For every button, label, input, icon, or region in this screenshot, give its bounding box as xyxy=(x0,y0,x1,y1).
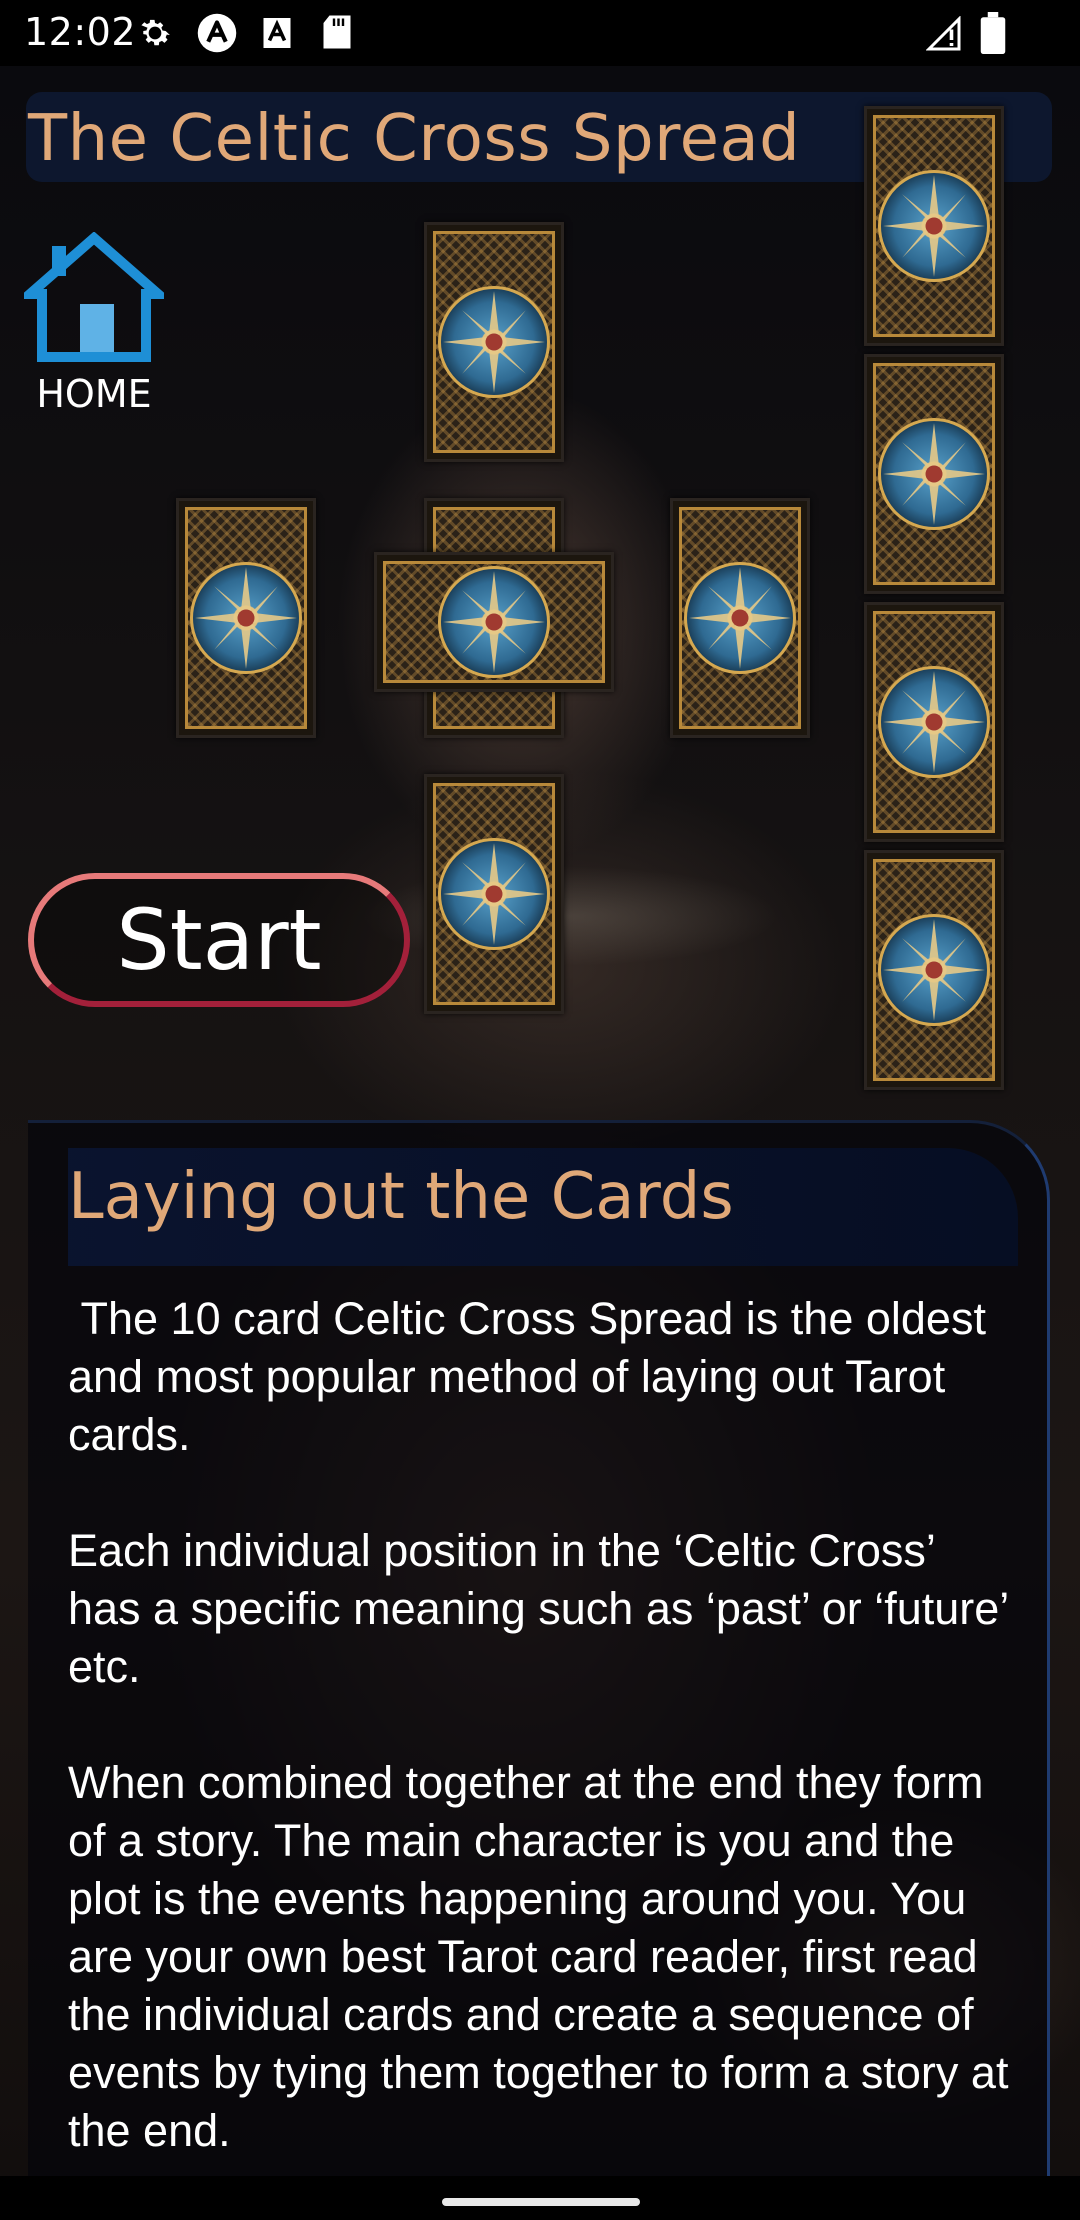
star-icon xyxy=(883,175,985,277)
battery-icon xyxy=(980,12,1006,54)
sd-card-icon xyxy=(323,15,351,49)
panel-heading: Laying out the Cards xyxy=(68,1160,734,1234)
star-icon xyxy=(443,571,545,673)
card-crossing[interactable] xyxy=(374,552,614,692)
star-icon xyxy=(443,291,545,393)
home-button[interactable]: HOME xyxy=(24,232,164,422)
gesture-handle[interactable] xyxy=(442,2198,640,2206)
card-foundation[interactable] xyxy=(424,774,564,1014)
start-button[interactable]: Start xyxy=(28,873,410,1007)
star-icon xyxy=(883,423,985,525)
star-icon xyxy=(443,843,545,945)
a-app-icon xyxy=(197,13,237,53)
background-ornament xyxy=(360,866,780,966)
card-past[interactable] xyxy=(176,498,316,738)
star-icon xyxy=(195,567,297,669)
card-future[interactable] xyxy=(670,498,810,738)
page-title: The Celtic Cross Spread xyxy=(28,102,801,176)
status-bar: 12:02 xyxy=(0,0,1080,66)
home-label: HOME xyxy=(36,372,152,416)
star-icon xyxy=(883,919,985,1021)
star-icon xyxy=(883,671,985,773)
status-time: 12:02 xyxy=(24,10,137,54)
star-icon xyxy=(689,567,791,669)
card-staff-2[interactable] xyxy=(864,354,1004,594)
card-crowning[interactable] xyxy=(424,222,564,462)
card-staff-1[interactable] xyxy=(864,106,1004,346)
house-icon xyxy=(24,232,164,362)
a-box-icon xyxy=(263,18,291,48)
signal-icon xyxy=(926,16,961,51)
card-staff-3[interactable] xyxy=(864,602,1004,842)
panel-body-text: The 10 card Celtic Cross Spread is the o… xyxy=(68,1293,1009,2156)
card-staff-4[interactable] xyxy=(864,850,1004,1090)
gear-icon xyxy=(141,19,170,46)
